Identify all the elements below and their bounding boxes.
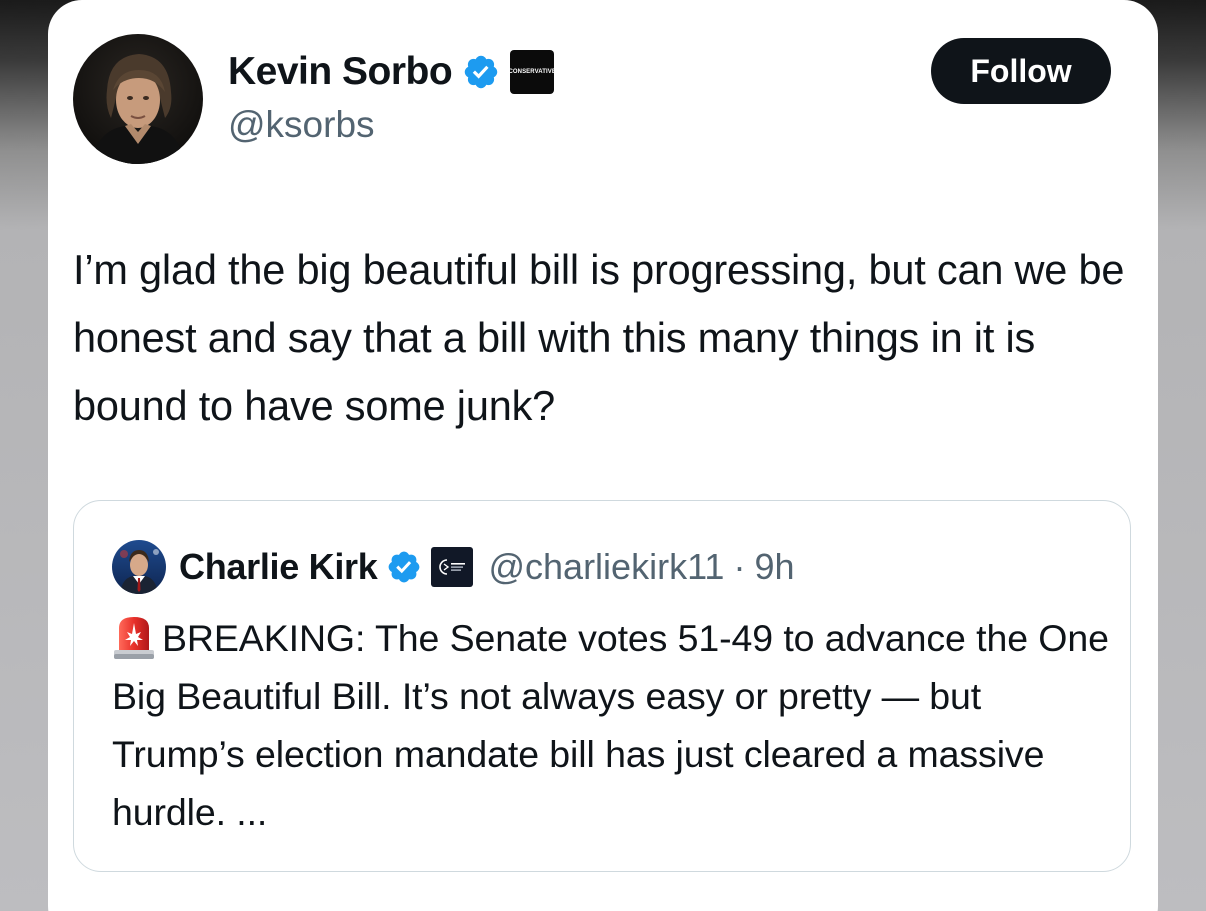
quoted-tweet-text: BREAKING: The Senate votes 51-49 to adva… (112, 617, 1109, 833)
verified-badge-icon[interactable] (462, 53, 500, 91)
author-name[interactable]: Kevin Sorbo (228, 50, 453, 94)
avatar-image (73, 34, 203, 164)
quoted-tweet[interactable]: Charlie Kirk @charliekirk11 · 9h BREAKIN… (73, 500, 1131, 872)
author-handle[interactable]: @ksorbs (228, 104, 375, 146)
author-avatar[interactable] (73, 34, 203, 164)
author-name-row: Kevin Sorbo CONSERVATIVE (228, 48, 555, 96)
tweet-text: I’m glad the big beautiful bill is progr… (73, 246, 1125, 429)
follow-button[interactable]: Follow (931, 38, 1111, 104)
quoted-tweet-header: Charlie Kirk @charliekirk11 · 9h (112, 539, 794, 595)
quoted-avatar-image (112, 540, 166, 594)
quoted-author-handle[interactable]: @charliekirk11 (488, 546, 724, 588)
organization-logo-icon[interactable] (431, 547, 474, 587)
police-light-icon (112, 614, 156, 660)
quoted-author-name[interactable]: Charlie Kirk (179, 546, 378, 588)
tweet-card[interactable]: Kevin Sorbo CONSERVATIVE @ksorbs Follow … (48, 0, 1158, 911)
verified-badge-icon[interactable] (386, 549, 422, 585)
affiliation-badge[interactable]: CONSERVATIVE (510, 50, 555, 94)
quoted-timestamp[interactable]: 9h (754, 546, 794, 588)
quoted-author-avatar[interactable] (112, 540, 166, 594)
quoted-tweet-body: BREAKING: The Senate votes 51-49 to adva… (112, 609, 1112, 841)
separator-dot: · (733, 546, 746, 587)
